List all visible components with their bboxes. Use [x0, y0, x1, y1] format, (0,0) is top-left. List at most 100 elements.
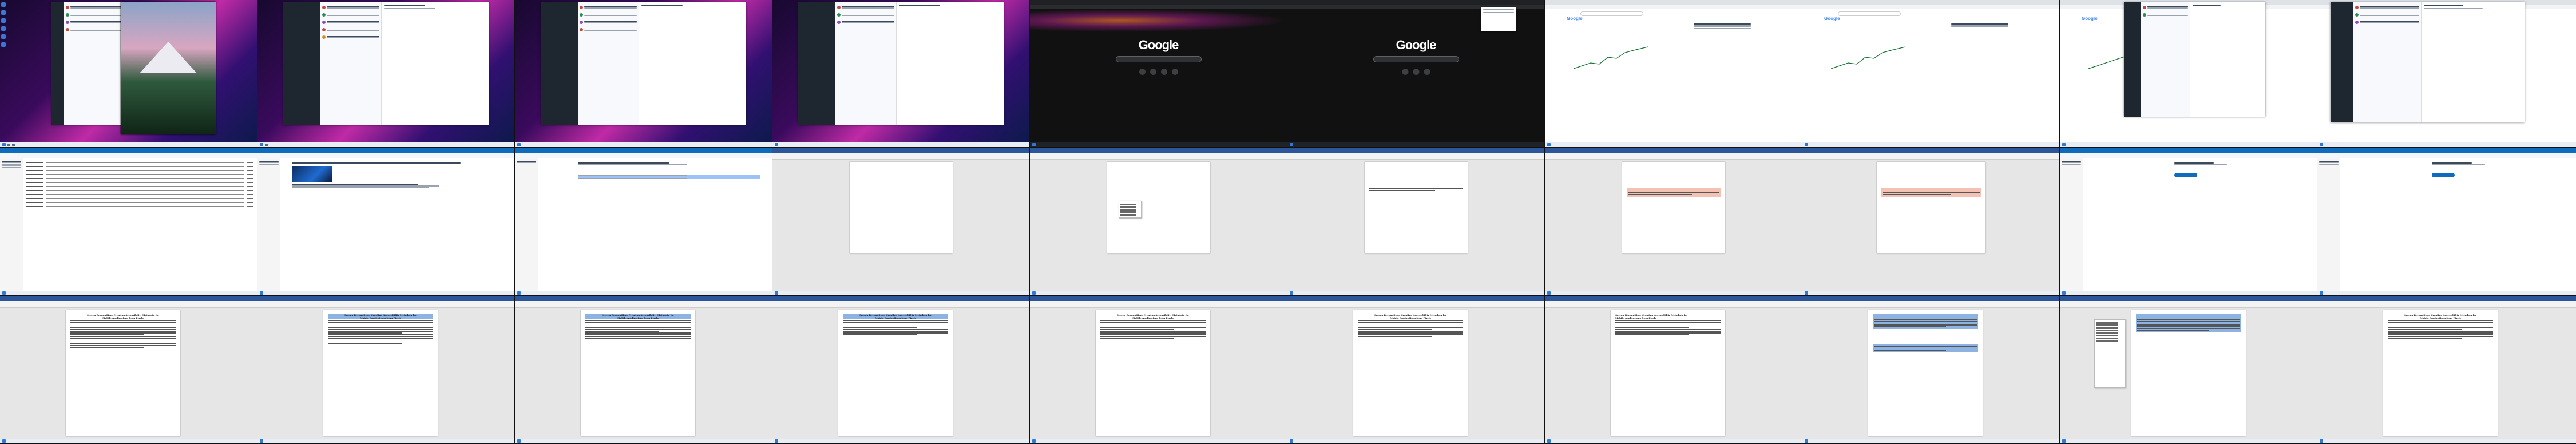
action-button[interactable] — [2432, 173, 2455, 177]
document-page[interactable]: Screen Recognition: Creating Accessibili… — [581, 310, 695, 436]
ribbon[interactable] — [0, 301, 257, 308]
start-icon[interactable] — [517, 143, 521, 146]
menu-item[interactable] — [1120, 203, 1136, 205]
list-item[interactable] — [322, 4, 380, 10]
start-icon[interactable] — [2062, 439, 2066, 443]
ribbon[interactable] — [2317, 301, 2576, 308]
document-page[interactable]: Screen Recognition: Creating Accessibili… — [1353, 310, 1468, 436]
document-page[interactable]: Screen Recognition: Creating Accessibili… — [1096, 310, 1210, 436]
search-input[interactable] — [1373, 56, 1459, 62]
list-item[interactable] — [322, 19, 380, 25]
address-bar[interactable] — [1545, 5, 1802, 9]
ribbon[interactable] — [1287, 301, 1544, 308]
document-page[interactable]: Screen Recognition: Creating Accessibili… — [838, 310, 953, 436]
list-item[interactable] — [2355, 11, 2419, 18]
shortcut-icon[interactable] — [1139, 69, 1146, 75]
menu-item[interactable] — [2096, 330, 2119, 331]
table-row[interactable] — [26, 190, 253, 192]
start-icon[interactable] — [2320, 291, 2323, 295]
tab-strip[interactable] — [1287, 0, 1544, 5]
document-page[interactable] — [1365, 162, 1468, 253]
ribbon[interactable] — [772, 153, 1029, 160]
menu-item[interactable] — [1483, 12, 1514, 13]
table-row[interactable] — [26, 182, 253, 184]
list-item[interactable] — [2355, 4, 2419, 10]
tab-strip[interactable] — [1545, 0, 1802, 5]
start-icon[interactable] — [2062, 143, 2066, 146]
ribbon[interactable] — [0, 153, 257, 158]
menu-item[interactable] — [2096, 322, 2119, 324]
table-row[interactable] — [26, 206, 253, 208]
address-bar[interactable] — [1802, 5, 2059, 9]
document-page[interactable]: Screen Recognition: Creating Accessibili… — [66, 310, 180, 436]
start-icon[interactable] — [260, 439, 263, 443]
search-input[interactable] — [1580, 11, 1643, 16]
list-item[interactable] — [837, 4, 895, 10]
list-item[interactable] — [579, 11, 637, 18]
list-item[interactable] — [579, 19, 637, 25]
shortcut-icon[interactable] — [1171, 69, 1178, 75]
ribbon[interactable] — [515, 153, 772, 158]
shortcut-icon[interactable] — [1160, 69, 1167, 75]
shortcut-icon[interactable] — [1413, 69, 1419, 75]
menu-item[interactable] — [2096, 332, 2119, 334]
list-item[interactable] — [837, 19, 895, 25]
shortcut-icon[interactable] — [1402, 69, 1408, 75]
menu-item[interactable] — [1120, 213, 1136, 216]
table-row[interactable] — [26, 186, 253, 188]
menu-item[interactable] — [2096, 337, 2119, 339]
list-item[interactable] — [579, 26, 637, 33]
document-page[interactable] — [1622, 162, 1725, 253]
start-icon[interactable] — [260, 291, 263, 295]
selected-text[interactable] — [578, 175, 760, 179]
table-row[interactable] — [26, 166, 253, 168]
table-row[interactable] — [26, 162, 253, 164]
document-page[interactable]: Screen Recognition: Creating Accessibili… — [323, 310, 438, 436]
ribbon[interactable] — [515, 301, 772, 308]
list-item[interactable] — [66, 26, 121, 33]
document-page[interactable]: Screen Recognition: Creating Accessibili… — [1611, 310, 1725, 436]
list-item[interactable] — [2142, 4, 2189, 10]
ribbon[interactable] — [257, 301, 514, 308]
desktop-icon[interactable] — [1, 2, 6, 7]
menu-item[interactable] — [1120, 211, 1136, 213]
document-page[interactable] — [1868, 310, 1983, 436]
menu-item[interactable] — [1120, 208, 1136, 211]
start-icon[interactable] — [1290, 291, 1293, 295]
desktop-icon[interactable] — [1, 10, 6, 15]
start-icon[interactable] — [2, 439, 6, 443]
shortcut-icon[interactable] — [1424, 69, 1430, 75]
app-icon[interactable] — [7, 143, 10, 146]
document-page[interactable] — [1877, 162, 1985, 253]
document-page[interactable] — [850, 162, 953, 253]
start-icon[interactable] — [2, 291, 6, 295]
start-icon[interactable] — [2320, 439, 2323, 443]
action-button[interactable] — [2174, 173, 2197, 177]
tab-strip[interactable] — [1030, 0, 1287, 5]
selected-text[interactable] — [1873, 314, 1978, 330]
ribbon[interactable] — [2317, 153, 2576, 158]
table-row[interactable] — [26, 170, 253, 172]
menu-item[interactable] — [2096, 324, 2119, 326]
list-item[interactable] — [322, 11, 380, 18]
start-icon[interactable] — [1032, 143, 1036, 146]
address-bar[interactable] — [1030, 5, 1287, 9]
start-icon[interactable] — [517, 291, 521, 295]
start-icon[interactable] — [1290, 143, 1293, 146]
app-icon[interactable] — [265, 143, 268, 146]
start-icon[interactable] — [775, 439, 778, 443]
list-item[interactable] — [2142, 11, 2189, 18]
start-icon[interactable] — [1547, 291, 1551, 295]
ribbon[interactable] — [1545, 301, 1802, 308]
list-item[interactable] — [66, 11, 121, 18]
start-icon[interactable] — [1547, 143, 1551, 146]
start-icon[interactable] — [2, 143, 6, 146]
list-item[interactable] — [66, 4, 121, 10]
ribbon[interactable] — [1030, 301, 1287, 308]
start-icon[interactable] — [2062, 291, 2066, 295]
table-row[interactable] — [26, 174, 253, 176]
ribbon[interactable] — [1802, 153, 2059, 160]
table-row[interactable] — [26, 198, 253, 200]
ribbon[interactable] — [1545, 153, 1802, 160]
search-input[interactable] — [1115, 56, 1202, 62]
